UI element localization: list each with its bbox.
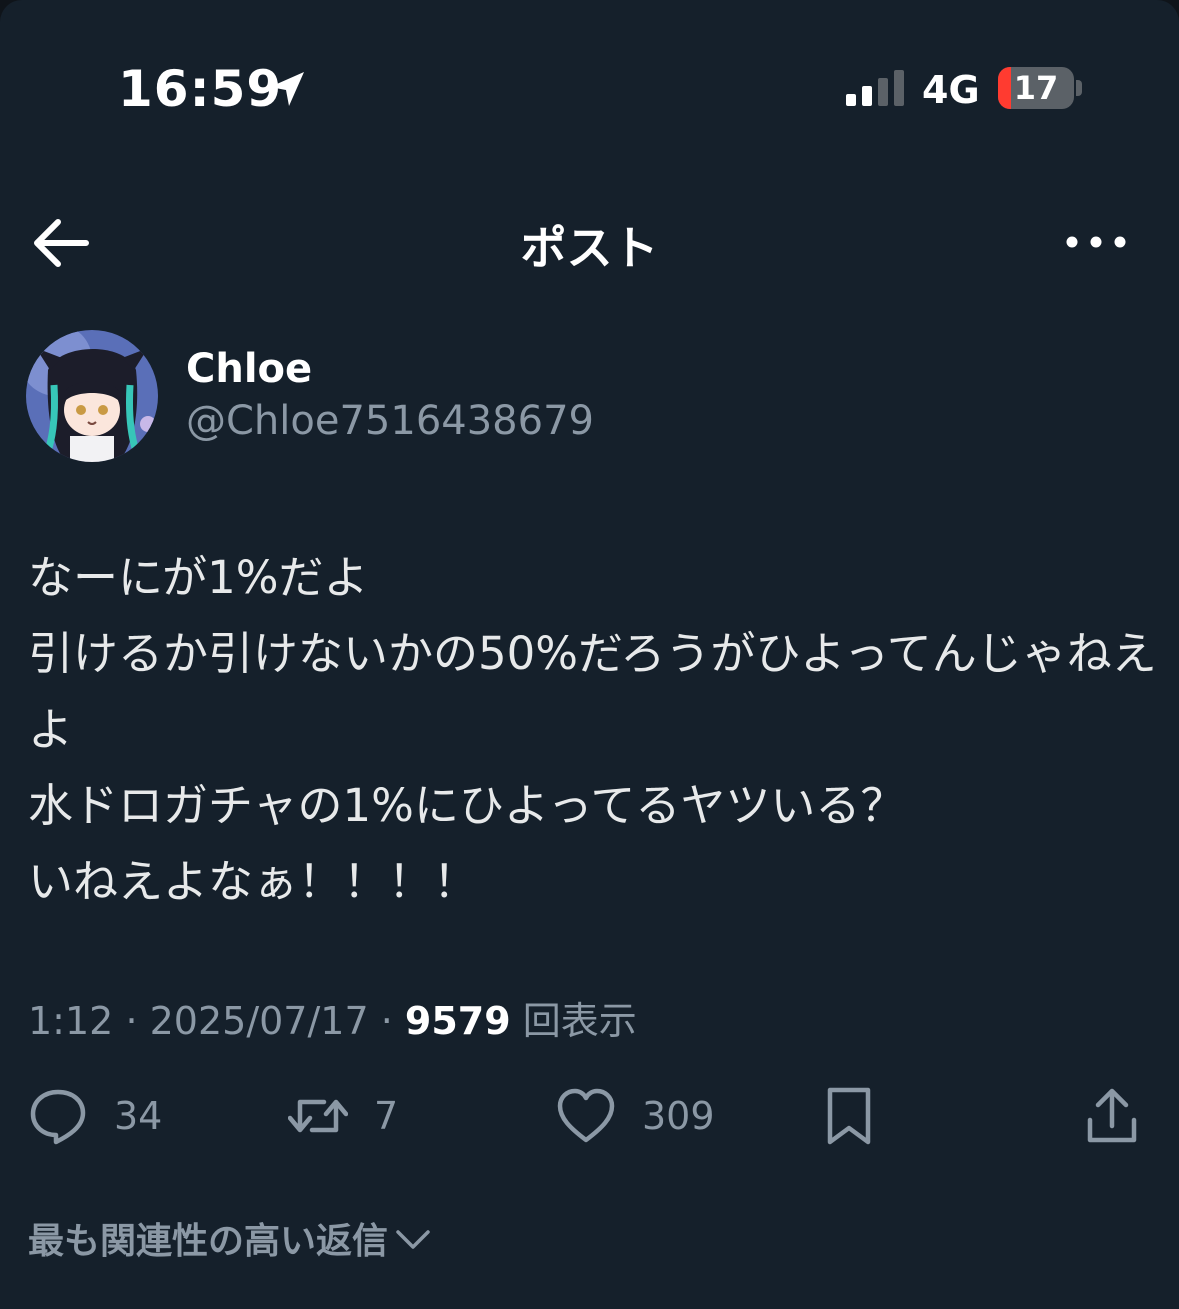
- more-icon[interactable]: [1062, 224, 1130, 260]
- meta-separator: ·: [125, 999, 150, 1043]
- chevron-down-icon: [396, 1230, 430, 1249]
- bookmark-button[interactable]: [820, 1084, 880, 1148]
- battery-icon: 17: [998, 67, 1074, 109]
- location-arrow-icon: [270, 72, 304, 106]
- repost-icon: [288, 1099, 348, 1133]
- meta-separator: ·: [380, 999, 405, 1043]
- post-text: なーにが1%だよ 引けるか引けないかの50%だろうがひよってんじゃねえよ 水ドロ…: [28, 551, 1157, 908]
- share-icon: [1087, 1088, 1137, 1143]
- author-name[interactable]: Chloe: [186, 346, 312, 392]
- reply-count: 34: [114, 1094, 163, 1138]
- reply-button[interactable]: 34: [28, 1084, 162, 1148]
- post-meta: 1:12 · 2025/07/17 · 9579 回表示: [28, 990, 637, 1045]
- page-title: ポスト: [520, 221, 659, 275]
- bookmark-icon: [827, 1087, 871, 1145]
- replies-sort-dropdown[interactable]: 最も関連性の高い返信: [28, 1212, 432, 1264]
- avatar[interactable]: [26, 330, 158, 462]
- post-time: 1:12: [28, 999, 114, 1043]
- share-button[interactable]: [1082, 1084, 1142, 1148]
- repost-count: 7: [374, 1094, 399, 1138]
- author-handle[interactable]: @Chloe7516438679: [186, 398, 594, 444]
- status-time: 16:59: [118, 60, 283, 118]
- post-views[interactable]: 9579: [405, 999, 511, 1043]
- network-type: 4G: [922, 68, 980, 112]
- like-count: 309: [642, 1094, 715, 1138]
- battery-cap: [1076, 80, 1082, 96]
- post-date: 2025/07/17: [149, 999, 369, 1043]
- views-label: 回表示: [522, 999, 637, 1043]
- signal-icon: [846, 70, 904, 106]
- repost-button[interactable]: 7: [288, 1084, 398, 1148]
- reply-icon: [30, 1089, 86, 1145]
- like-icon: [557, 1088, 615, 1143]
- like-button[interactable]: 309: [556, 1084, 715, 1148]
- replies-sort-label: 最も関連性の高い返信: [28, 1221, 389, 1262]
- screen: 16:59 4G 17 ポスト Chloe @Chloe7516438679 な…: [0, 0, 1179, 1309]
- battery-level: 17: [1013, 69, 1059, 107]
